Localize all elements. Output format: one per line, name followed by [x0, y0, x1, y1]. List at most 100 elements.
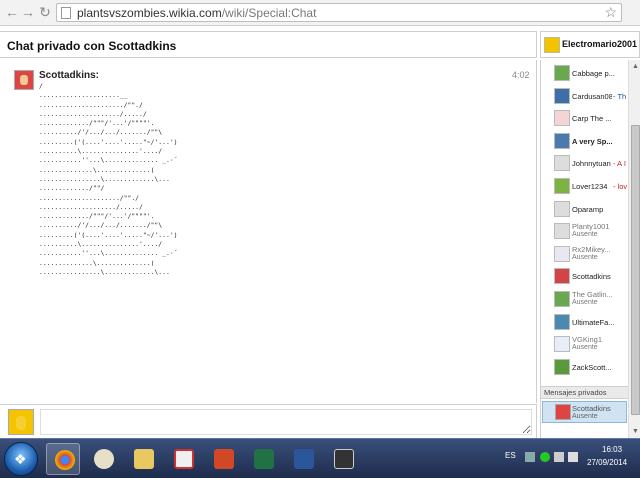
taskbar-chrome[interactable]	[46, 443, 80, 475]
chat-input-area	[0, 404, 537, 438]
word-icon	[294, 449, 314, 469]
user-list-item[interactable]: Carp The ...	[541, 107, 628, 129]
user-avatar	[554, 245, 570, 262]
chrome-icon	[55, 450, 75, 470]
powerpoint-icon	[214, 449, 234, 469]
user-name: Scottadkins	[572, 272, 611, 282]
current-user-header[interactable]: Electromario2001	[540, 31, 640, 58]
address-bar[interactable]: plantsvszombies.wikia.com/wiki/Special:C…	[56, 3, 622, 22]
user-avatar	[554, 268, 570, 285]
network-icon[interactable]	[540, 452, 550, 462]
url-text: plantsvszombies.wikia.com/wiki/Special:C…	[77, 6, 316, 20]
user-status: Ausente	[572, 253, 598, 261]
user-name: Carp The ...	[572, 114, 612, 124]
user-list-item[interactable]: Planty1001 Ausente	[541, 220, 628, 242]
user-name: Cabbage p...	[572, 69, 615, 78]
user-name: Planty1001	[572, 222, 610, 232]
user-avatar	[554, 65, 570, 81]
user-avatar	[554, 200, 570, 217]
self-avatar	[8, 409, 34, 435]
scroll-down-icon[interactable]: ▼	[630, 426, 640, 437]
app-icon	[174, 449, 194, 469]
user-list-item[interactable]: Cabbage p...	[541, 62, 628, 84]
user-list-item[interactable]: Scottadkins	[541, 265, 628, 287]
user-status-message: - A I	[613, 159, 626, 169]
user-avatar	[554, 358, 570, 375]
scroll-thumb[interactable]	[631, 125, 640, 415]
message-username: Scottadkins:	[39, 70, 100, 81]
user-status: Ausente	[572, 231, 598, 239]
user-avatar	[554, 313, 570, 330]
user-name: VGKing1	[572, 335, 603, 345]
clock-time[interactable]: 16:03	[602, 445, 622, 454]
user-list-item[interactable]: Rx2Mikey... Ausente	[541, 243, 628, 265]
taskbar-paint[interactable]	[86, 443, 120, 475]
chat-messages: Scottadkins: 4:02 / ....................…	[0, 60, 537, 403]
excel-icon	[254, 449, 274, 469]
windows-logo-icon: ❖	[14, 451, 27, 467]
chat-input[interactable]	[40, 409, 532, 435]
taskbar-media[interactable]	[326, 443, 360, 475]
user-name: Cardusan08	[572, 91, 612, 101]
user-avatar	[554, 291, 570, 307]
url-host: plantsvszombies.wikia.com	[77, 6, 222, 20]
volume-icon[interactable]	[568, 452, 578, 462]
private-messages-label: Mensajes privados	[544, 388, 607, 397]
user-list-item[interactable]: A very Sp...	[541, 130, 628, 152]
user-list-item[interactable]: ZackScott...	[541, 356, 628, 378]
page-icon	[61, 7, 71, 19]
paint-icon	[94, 449, 114, 469]
back-arrow-icon[interactable]: ←	[4, 4, 20, 20]
private-chat-status: Ausente	[572, 413, 598, 420]
current-user-avatar	[544, 37, 560, 53]
user-avatar	[554, 110, 570, 127]
private-chat-item[interactable]: Scottadkins Ausente	[542, 401, 627, 423]
user-avatar	[554, 223, 570, 240]
user-avatar	[554, 155, 570, 172]
user-list-item[interactable]: VGKing1 Ausente	[541, 333, 628, 355]
scroll-up-icon[interactable]: ▲	[630, 61, 640, 72]
folder-icon	[134, 449, 154, 469]
user-avatar	[554, 178, 570, 194]
user-name: Johnnytuan	[572, 159, 611, 169]
user-name: A very Sp...	[572, 136, 613, 146]
user-status-message: - Th	[613, 91, 627, 101]
current-user-name: Electromario2001	[562, 39, 638, 49]
user-avatar	[554, 132, 570, 149]
media-player-icon	[334, 449, 354, 469]
message-avatar[interactable]	[14, 70, 34, 90]
user-list-item[interactable]: UltimateFa...	[541, 311, 628, 333]
user-list-item[interactable]: Oparamp	[541, 198, 628, 220]
user-name: Oparamp	[572, 204, 604, 214]
user-sidebar: Cabbage p... Cardusan08- Th Carp The ... A …	[540, 60, 640, 438]
user-status: Ausente	[572, 344, 598, 352]
private-chat-name: Scottadkins	[572, 404, 611, 413]
reload-icon[interactable]: ↻	[37, 4, 53, 20]
user-list-item[interactable]: Lover1234 - lov	[541, 175, 628, 197]
taskbar-powerpoint[interactable]	[206, 443, 240, 475]
taskbar-word[interactable]	[286, 443, 320, 475]
taskbar-app-4[interactable]	[166, 443, 200, 475]
taskbar-excel[interactable]	[246, 443, 280, 475]
user-list: Cabbage p... Cardusan08- Th Carp The ... A …	[541, 60, 628, 385]
user-name: ZackScott...	[572, 362, 612, 372]
language-indicator[interactable]: ES	[505, 451, 516, 460]
forward-arrow-icon[interactable]: →	[20, 4, 36, 20]
user-status-message: - lov	[613, 182, 628, 191]
user-list-item[interactable]: Cardusan08- Th	[541, 85, 628, 107]
message-text: / .....................__ ..............…	[39, 82, 178, 276]
start-button[interactable]: ❖	[4, 442, 38, 476]
signal-icon[interactable]	[554, 452, 564, 462]
bookmark-star-icon[interactable]: ☆	[604, 4, 617, 21]
user-list-item[interactable]: The Gatlin... Ausente	[541, 288, 628, 310]
taskbar-explorer[interactable]	[126, 443, 160, 475]
tray-arrow-icon[interactable]	[525, 452, 535, 462]
user-status: Ausente	[572, 299, 598, 306]
sidebar-scrollbar[interactable]: ▲ ▼	[628, 60, 640, 438]
clock-date[interactable]: 27/09/2014	[587, 458, 627, 467]
user-name: Lover1234	[572, 182, 608, 191]
chat-title: Chat privado con Scottadkins	[7, 39, 177, 53]
browser-toolbar: ← → ↻ plantsvszombies.wikia.com/wiki/Spe…	[0, 0, 640, 26]
url-path: /wiki/Special:Chat	[221, 6, 317, 20]
user-list-item[interactable]: Johnnytuan - A I	[541, 152, 628, 174]
